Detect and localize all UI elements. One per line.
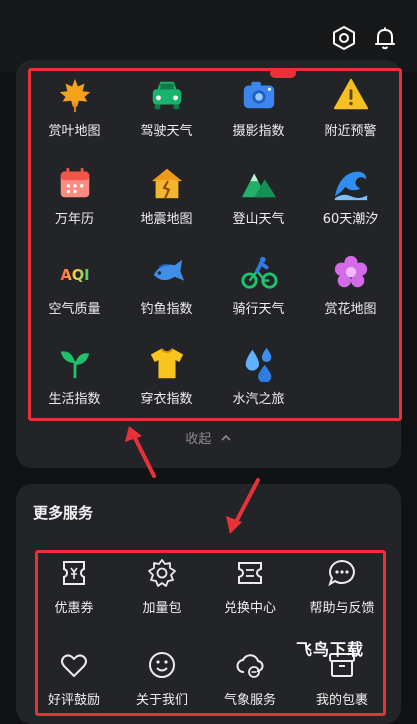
ticket-icon <box>238 562 262 584</box>
cyclist-icon <box>240 256 278 289</box>
smiley-icon <box>149 652 175 678</box>
collapse-button[interactable]: 收起 <box>0 428 417 448</box>
service-label: 登山天气 <box>232 212 285 227</box>
more-item-help-feedback[interactable]: 帮助与反馈 <box>298 552 386 632</box>
service-item-leaf-map[interactable]: 赏叶地图 <box>28 70 121 152</box>
service-item-air-quality[interactable]: AQI 空气质量 <box>28 248 121 330</box>
house-crack-icon <box>151 168 182 199</box>
service-label: 骑行天气 <box>232 302 285 317</box>
chevron-up-icon <box>220 432 232 448</box>
service-item-flower-map[interactable]: 赏花地图 <box>304 248 397 330</box>
gear-badge-icon <box>148 559 176 587</box>
more-item-about-us[interactable]: 关于我们 <box>118 644 206 724</box>
more-label: 好评鼓励 <box>47 693 100 708</box>
service-label: 生活指数 <box>48 392 101 407</box>
more-label: 优惠券 <box>54 601 94 616</box>
service-item-water-vapor[interactable]: 水汽之旅 <box>212 338 305 420</box>
service-item-earthquake-map[interactable]: 地震地图 <box>120 158 213 240</box>
calendar-icon <box>60 167 89 198</box>
wave-icon <box>334 171 367 201</box>
service-item-life-index[interactable]: 生活指数 <box>28 338 121 420</box>
service-label: 空气质量 <box>48 302 101 317</box>
service-item-driving-weather[interactable]: 驾驶天气 <box>120 70 213 152</box>
service-label: 摄影指数 <box>232 124 285 139</box>
service-label: 穿衣指数 <box>140 392 193 407</box>
service-label: 钓鱼指数 <box>140 302 193 317</box>
service-item-clothing-index[interactable]: 穿衣指数 <box>120 338 213 420</box>
service-label: 万年历 <box>54 212 94 227</box>
service-label: 60天潮汐 <box>322 212 379 227</box>
more-item-weather-service[interactable]: 气象服务 <box>206 644 294 724</box>
tshirt-icon <box>150 348 183 379</box>
service-item-calendar[interactable]: 万年历 <box>28 158 121 240</box>
aqi-icon: AQI <box>60 267 89 284</box>
service-item-mountain-weather[interactable]: 登山天气 <box>212 158 305 240</box>
mountain-icon <box>241 173 276 198</box>
more-item-rate-us[interactable]: 好评鼓励 <box>30 644 118 724</box>
watermark-text: 飞鸟下载 <box>296 640 365 659</box>
more-label: 兑换中心 <box>223 601 276 616</box>
new-badge <box>270 68 296 78</box>
more-label: 气象服务 <box>223 693 276 708</box>
fish-icon <box>153 259 184 281</box>
service-label: 地震地图 <box>140 212 193 227</box>
chat-bubble-icon <box>328 559 355 587</box>
service-item-tide[interactable]: 60天潮汐 <box>304 158 397 240</box>
service-item-nearby-warning[interactable]: 附近预警 <box>304 70 397 152</box>
services-grid: 赏叶地图 驾驶天气 摄影指数 附近预警 万年历 地震地图 登山天气 60天潮汐 … <box>28 68 402 420</box>
camera-icon <box>243 81 274 109</box>
more-services-grid: 优惠券 加量包 兑换中心 帮助与反馈 好评鼓励 关于我们 气象服务 我的包裹 <box>36 552 386 718</box>
collapse-label: 收起 <box>185 432 212 447</box>
warning-icon <box>333 78 368 110</box>
more-label: 加量包 <box>142 601 182 616</box>
sprout-icon <box>60 351 89 379</box>
more-services-title: 更多服务 <box>33 504 94 522</box>
heart-icon <box>61 654 87 677</box>
service-item-photo-index[interactable]: 摄影指数 <box>212 68 305 152</box>
svg-text:AQI: AQI <box>60 267 89 284</box>
more-label: 我的包裹 <box>315 693 368 708</box>
settings-hexagon-icon[interactable] <box>330 24 358 52</box>
service-label: 赏花地图 <box>324 302 377 317</box>
car-icon <box>152 81 181 110</box>
water-drops-icon <box>245 347 271 382</box>
more-label: 关于我们 <box>135 693 188 708</box>
more-item-coupon[interactable]: 优惠券 <box>30 552 118 632</box>
service-item-fishing-index[interactable]: 钓鱼指数 <box>120 248 213 330</box>
service-label: 赏叶地图 <box>48 124 101 139</box>
service-label: 驾驶天气 <box>140 124 193 139</box>
maple-leaf-icon <box>59 78 90 113</box>
service-label: 水汽之旅 <box>232 392 285 407</box>
more-item-redeem-center[interactable]: 兑换中心 <box>206 552 294 632</box>
more-item-data-pack[interactable]: 加量包 <box>118 552 206 632</box>
service-label: 附近预警 <box>324 124 377 139</box>
service-item-cycling-weather[interactable]: 骑行天气 <box>212 248 305 330</box>
coupon-icon <box>63 561 85 585</box>
more-label: 帮助与反馈 <box>309 601 375 616</box>
bell-icon[interactable] <box>371 24 399 52</box>
flower-icon <box>334 255 367 288</box>
cloud-minus-icon <box>236 654 264 678</box>
